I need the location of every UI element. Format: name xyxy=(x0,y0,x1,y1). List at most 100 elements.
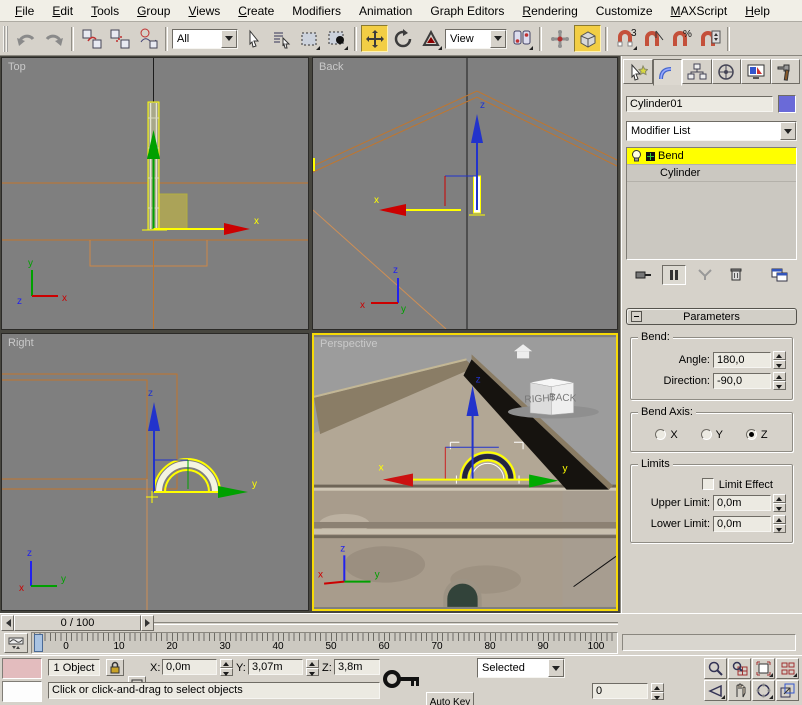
viewport-top-label[interactable]: Top xyxy=(8,61,26,73)
menu-maxscript[interactable]: MAXScript xyxy=(662,1,737,21)
y-coordinate-field[interactable]: 3,07m xyxy=(248,659,303,675)
reference-coordinate-system-dropdown[interactable]: View xyxy=(445,29,507,49)
menu-modifiers[interactable]: Modifiers xyxy=(283,1,350,21)
zoom-button[interactable] xyxy=(704,658,727,679)
dropdown-arrow-icon[interactable] xyxy=(490,30,506,48)
arc-rotate-button[interactable] xyxy=(752,680,775,701)
spinner-snap-toggle-button[interactable] xyxy=(696,25,723,52)
bend-axis-z-radio[interactable]: Z xyxy=(746,429,768,441)
angle-field[interactable]: 180,0 xyxy=(713,352,771,368)
link-button[interactable] xyxy=(78,25,105,52)
track-bar-ruler[interactable]: 0 10 20 30 40 50 60 70 80 90 100 xyxy=(31,632,618,654)
menu-views[interactable]: Views xyxy=(179,1,229,21)
snap-toggle-3d-button[interactable]: 3 xyxy=(612,25,639,52)
auto-key-button[interactable]: Auto Key xyxy=(426,692,474,705)
configure-modifier-sets-button[interactable] xyxy=(767,265,791,285)
viewport-perspective-label[interactable]: Perspective xyxy=(320,338,377,350)
field-of-view-button[interactable] xyxy=(704,680,727,701)
bend-axis-x-radio[interactable]: X xyxy=(655,429,677,441)
viewport-top[interactable]: Top xyxy=(1,57,309,330)
menu-edit[interactable]: Edit xyxy=(43,1,82,21)
object-name-field[interactable]: Cylinder01 xyxy=(626,96,773,112)
percent-snap-toggle-button[interactable]: % xyxy=(668,25,695,52)
viewport-perspective[interactable]: Perspective xyxy=(312,333,618,611)
menu-customize[interactable]: Customize xyxy=(587,1,662,21)
tab-create[interactable] xyxy=(623,59,653,84)
dropdown-arrow-icon[interactable] xyxy=(780,122,796,140)
zoom-all-button[interactable] xyxy=(728,658,751,679)
lightbulb-icon[interactable] xyxy=(630,149,643,163)
mini-curve-editor-button[interactable] xyxy=(4,633,28,653)
maxscript-mini-listener-pink[interactable] xyxy=(2,658,42,679)
collapse-icon[interactable] xyxy=(631,311,642,322)
menu-animation[interactable]: Animation xyxy=(350,1,421,21)
undo-button[interactable] xyxy=(12,25,39,52)
frame-spinner[interactable] xyxy=(651,683,664,700)
select-and-manipulate-button[interactable] xyxy=(546,25,573,52)
pan-view-button[interactable] xyxy=(728,680,751,701)
maxscript-mini-listener-white[interactable] xyxy=(2,681,42,702)
menu-group[interactable]: Group xyxy=(128,1,179,21)
object-color-swatch[interactable] xyxy=(778,95,796,113)
time-slider-value[interactable]: 0 / 100 xyxy=(14,615,141,631)
zoom-extents-all-button[interactable] xyxy=(776,658,799,679)
y-spinner[interactable] xyxy=(306,659,319,676)
viewport-right-label[interactable]: Right xyxy=(8,337,34,349)
select-by-name-button[interactable] xyxy=(267,25,294,52)
pin-stack-button[interactable] xyxy=(631,265,655,285)
z-coordinate-field[interactable]: 3,8m xyxy=(334,659,380,675)
make-unique-button[interactable] xyxy=(693,265,717,285)
redo-button[interactable] xyxy=(40,25,67,52)
next-frame-arrow[interactable] xyxy=(141,615,154,631)
lower-limit-field[interactable]: 0,0m xyxy=(713,516,771,532)
tab-modify[interactable] xyxy=(653,59,683,86)
key-filter-scope-dropdown[interactable]: Selected xyxy=(477,658,565,678)
previous-frame-arrow[interactable] xyxy=(1,615,14,631)
menu-create[interactable]: Create xyxy=(229,1,283,21)
tab-display[interactable] xyxy=(741,59,771,84)
window-crossing-button[interactable] xyxy=(323,25,350,52)
dropdown-arrow-icon[interactable] xyxy=(548,659,564,677)
select-and-rotate-button[interactable] xyxy=(389,25,416,52)
tab-motion[interactable] xyxy=(712,59,742,84)
menu-graph-editors[interactable]: Graph Editors xyxy=(421,1,513,21)
current-frame-marker[interactable] xyxy=(34,634,43,652)
lower-limit-spinner[interactable] xyxy=(773,515,786,533)
selection-filter-dropdown[interactable]: All xyxy=(172,29,238,49)
dropdown-arrow-icon[interactable] xyxy=(221,30,237,48)
zoom-extents-button[interactable] xyxy=(752,658,775,679)
angle-snap-toggle-button[interactable] xyxy=(640,25,667,52)
upper-limit-field[interactable]: 0,0m xyxy=(713,495,771,511)
direction-field[interactable]: -90,0 xyxy=(713,373,771,389)
upper-limit-spinner[interactable] xyxy=(773,494,786,512)
x-spinner[interactable] xyxy=(220,659,233,676)
current-frame-field[interactable]: 0 xyxy=(592,683,648,699)
limit-effect-checkbox[interactable]: Limit Effect xyxy=(702,478,773,491)
menu-tools[interactable]: Tools xyxy=(82,1,128,21)
time-tag-area[interactable] xyxy=(622,634,796,651)
menu-file[interactable]: File xyxy=(6,1,43,21)
use-pivot-point-center-button[interactable] xyxy=(508,25,535,52)
modifier-stack-item-cylinder[interactable]: Cylinder xyxy=(627,165,796,182)
keyboard-shortcut-override-button[interactable] xyxy=(574,25,601,52)
viewport-back[interactable]: Back z xyxy=(312,57,618,330)
viewport-back-label[interactable]: Back xyxy=(319,61,343,73)
show-end-result-button[interactable] xyxy=(662,265,686,285)
bend-axis-y-radio[interactable]: Y xyxy=(701,429,723,441)
bent-cylinder-arch[interactable] xyxy=(154,459,220,492)
menu-rendering[interactable]: Rendering xyxy=(513,1,586,21)
min-max-toggle-button[interactable] xyxy=(776,680,799,701)
parameters-rollout-header[interactable]: Parameters xyxy=(626,308,797,325)
expand-icon[interactable] xyxy=(646,152,655,161)
modifier-stack-item-bend[interactable]: Bend xyxy=(627,148,796,165)
angle-spinner[interactable] xyxy=(773,351,786,369)
move-gizmo[interactable]: z x xyxy=(374,100,485,216)
bind-spacewarp-button[interactable] xyxy=(134,25,161,52)
rectangular-selection-region-button[interactable] xyxy=(295,25,322,52)
direction-spinner[interactable] xyxy=(773,372,786,390)
remove-modifier-button[interactable] xyxy=(724,265,748,285)
tab-hierarchy[interactable] xyxy=(682,59,712,84)
tab-utilities[interactable] xyxy=(771,59,801,84)
select-object-button[interactable] xyxy=(239,25,266,52)
select-and-scale-button[interactable] xyxy=(417,25,444,52)
